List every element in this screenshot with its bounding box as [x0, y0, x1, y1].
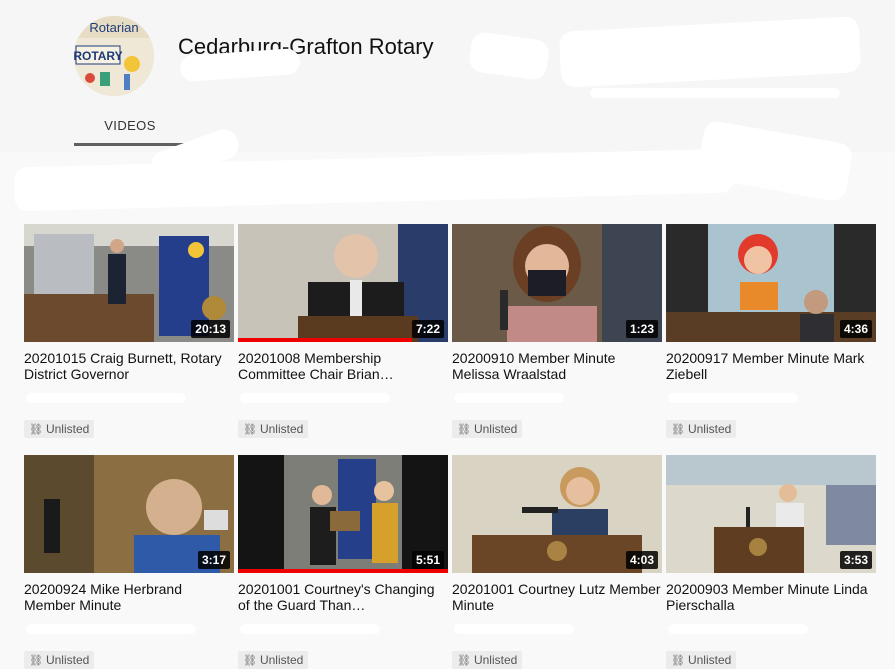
link-icon: ⛓ [457, 423, 471, 436]
redaction-scribble [668, 393, 798, 403]
video-card[interactable]: 3:53 20200903 Member Minute Linda Piersc… [666, 455, 876, 669]
video-card[interactable]: 4:36 20200917 Member Minute Mark Ziebell… [666, 224, 876, 438]
link-icon: ⛓ [671, 654, 685, 667]
video-card[interactable]: 7:22 20201008 Membership Committee Chair… [238, 224, 448, 438]
link-icon: ⛓ [671, 423, 685, 436]
redaction-scribble [26, 624, 196, 634]
video-title[interactable]: 20201015 Craig Burnett, Rotary District … [24, 350, 234, 382]
video-title[interactable]: 20201001 Courtney's Changing of the Guar… [238, 581, 448, 613]
video-duration: 3:53 [839, 551, 872, 569]
video-thumbnail[interactable]: 4:36 [666, 224, 876, 342]
video-card[interactable]: 4:03 20201001 Courtney Lutz Member Minut… [452, 455, 662, 669]
video-thumbnail[interactable]: 5:51 [238, 455, 448, 573]
link-icon: ⛓ [457, 654, 471, 667]
video-thumbnail[interactable]: 20:13 [24, 224, 234, 342]
redaction-scribble [454, 393, 564, 403]
video-duration: 4:36 [839, 320, 872, 338]
video-thumbnail[interactable]: 4:03 [452, 455, 662, 573]
unlisted-badge: ⛓ Unlisted [452, 651, 523, 669]
video-thumbnail[interactable]: 7:22 [238, 224, 448, 342]
video-card[interactable]: 5:51 20201001 Courtney's Changing of the… [238, 455, 448, 669]
link-icon: ⛓ [29, 423, 43, 436]
avatar-image: Rotarian ROTARY [74, 16, 154, 96]
watch-progress-bar [238, 569, 448, 573]
unlisted-badge: ⛓ Unlisted [238, 420, 309, 438]
redaction-scribble [668, 624, 808, 634]
redaction-scribble [240, 624, 380, 634]
video-duration: 3:17 [197, 551, 230, 569]
video-card[interactable]: 20:13 20201015 Craig Burnett, Rotary Dis… [24, 224, 234, 438]
video-card[interactable]: 1:23 20200910 Member Minute Melissa Wraa… [452, 224, 662, 438]
unlisted-badge: ⛓ Unlisted [666, 420, 737, 438]
svg-text:ROTARY: ROTARY [74, 49, 123, 63]
video-duration: 5:51 [411, 551, 444, 569]
video-title[interactable]: 20200924 Mike Herbrand Member Minute [24, 581, 234, 613]
video-title[interactable]: 20200917 Member Minute Mark Ziebell [666, 350, 876, 382]
unlisted-badge: ⛓ Unlisted [238, 651, 309, 669]
unlisted-badge: ⛓ Unlisted [452, 420, 523, 438]
video-thumbnail[interactable]: 3:17 [24, 455, 234, 573]
video-thumbnail[interactable]: 1:23 [452, 224, 662, 342]
unlisted-badge: ⛓ Unlisted [666, 651, 737, 669]
video-duration: 20:13 [191, 320, 230, 338]
svg-text:Rotarian: Rotarian [89, 20, 138, 35]
redaction-scribble [240, 393, 390, 403]
video-duration: 4:03 [625, 551, 658, 569]
channel-avatar[interactable]: Rotarian ROTARY [74, 16, 154, 96]
video-title[interactable]: 20201001 Courtney Lutz Member Minute [452, 581, 662, 613]
tab-videos[interactable]: VIDEOS [74, 118, 186, 146]
video-duration: 7:22 [411, 320, 444, 338]
unlisted-badge: ⛓ Unlisted [24, 420, 95, 438]
video-title[interactable]: 20201008 Membership Committee Chair Bria… [238, 350, 448, 382]
link-icon: ⛓ [243, 423, 257, 436]
redaction-scribble [467, 30, 551, 82]
redaction-scribble [590, 88, 840, 98]
video-duration: 1:23 [625, 320, 658, 338]
redaction-scribble [454, 624, 574, 634]
video-card[interactable]: 3:17 20200924 Mike Herbrand Member Minut… [24, 455, 234, 669]
link-icon: ⛓ [243, 654, 257, 667]
watch-progress-bar [238, 338, 412, 342]
link-icon: ⛓ [29, 654, 43, 667]
redaction-scribble [13, 148, 735, 212]
redaction-scribble [26, 393, 186, 403]
video-title[interactable]: 20200903 Member Minute Linda Pierschalla [666, 581, 876, 613]
video-thumbnail[interactable]: 3:53 [666, 455, 876, 573]
video-title[interactable]: 20200910 Member Minute Melissa Wraalstad [452, 350, 662, 382]
unlisted-badge: ⛓ Unlisted [24, 651, 95, 669]
redaction-scribble [558, 16, 862, 88]
